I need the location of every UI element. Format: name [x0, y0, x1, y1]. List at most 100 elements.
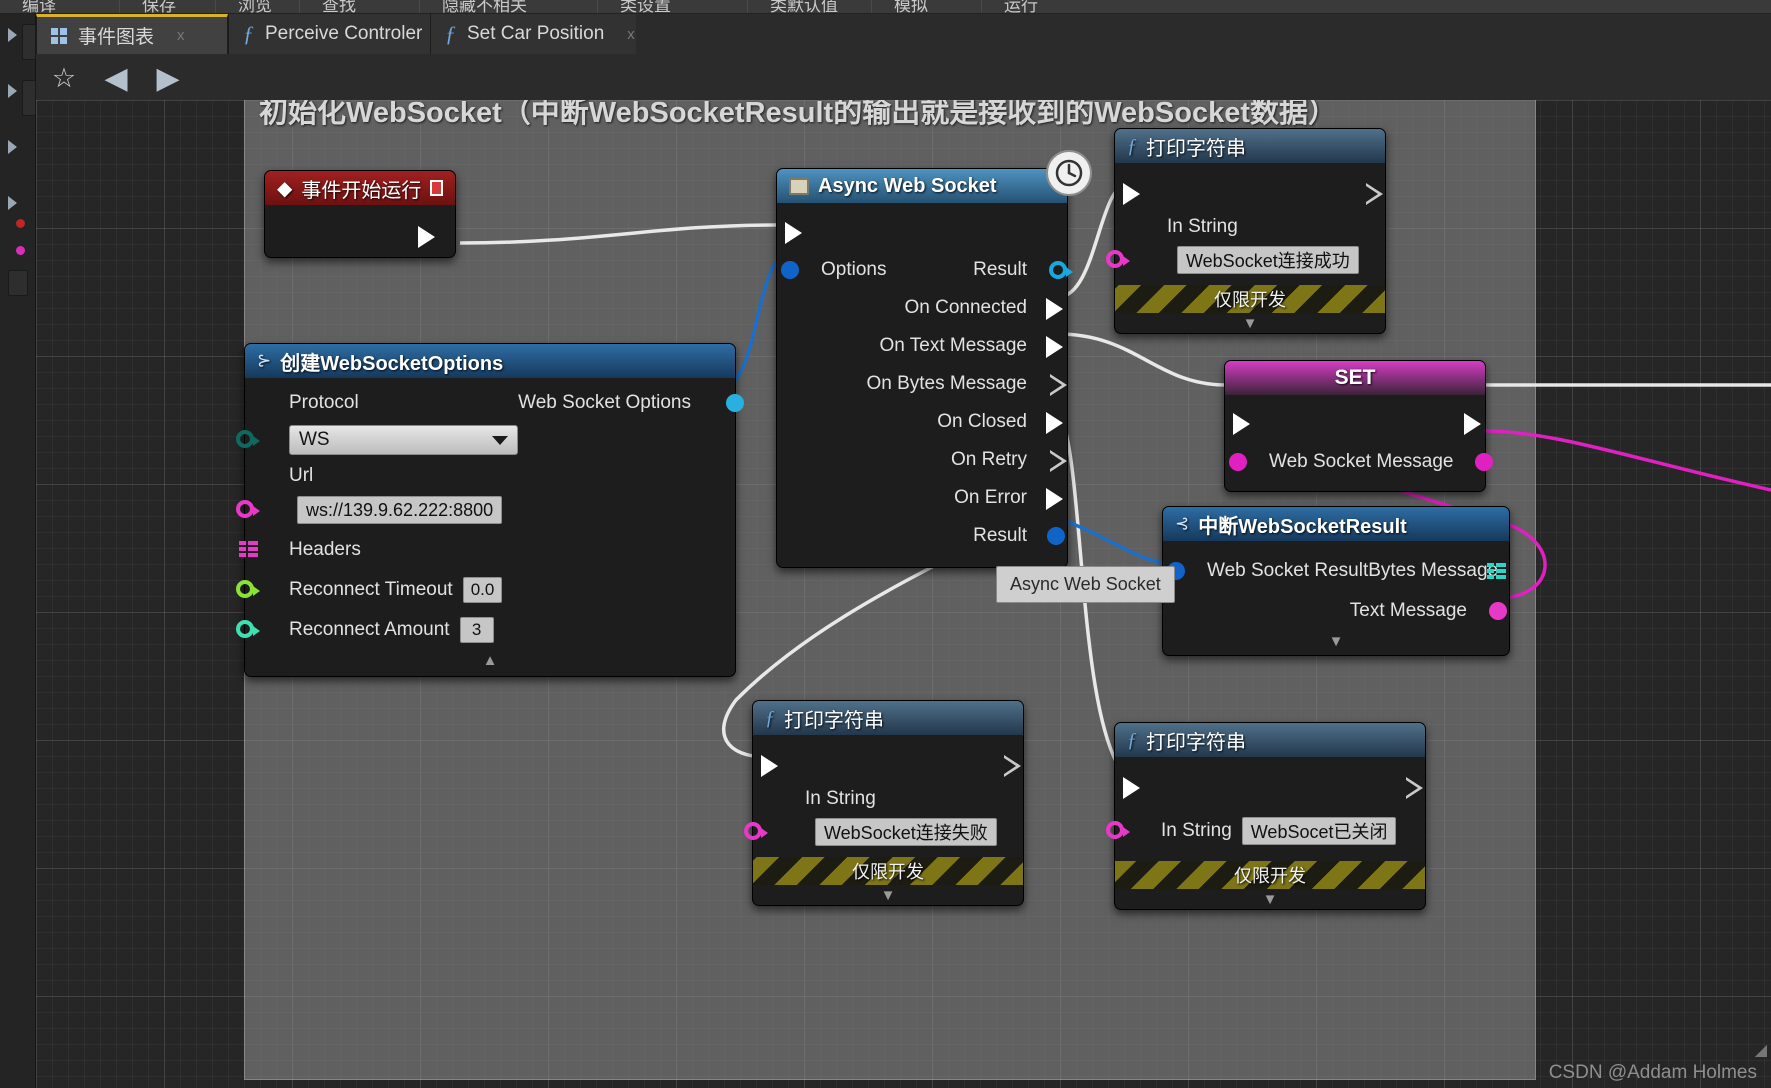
menu-item-3[interactable]: 查找 — [300, 0, 420, 13]
exec-out-pin-on-retry[interactable] — [1050, 450, 1067, 472]
node-print-string-closed[interactable]: ƒ 打印字符串 In String WebSocet已关闭 仅限开发 ▼ — [1106, 722, 1426, 910]
exec-out-pin-on-bytes-message[interactable] — [1050, 374, 1067, 396]
menu-item-2[interactable]: 浏览 — [216, 0, 300, 13]
output-pin-result-top[interactable] — [1049, 261, 1073, 279]
row-text-message: Text Message — [1163, 591, 1509, 631]
menu-item-6[interactable]: 类默认值 — [748, 0, 872, 13]
input-pin-headers[interactable] — [239, 541, 259, 558]
reconnect-amount-input[interactable]: 3 — [459, 617, 494, 643]
node-expand-toggle[interactable]: ▼ — [1115, 313, 1385, 333]
in-string-input[interactable]: WebSocket连接成功 — [1177, 246, 1359, 274]
node-expand-toggle[interactable]: ▼ — [753, 885, 1023, 905]
tab-event-graph[interactable]: 事件图表 x — [36, 14, 228, 54]
input-label: In String — [1167, 216, 1238, 237]
exec-out-pin-on-closed[interactable] — [1046, 412, 1063, 434]
node-create-websocket-options[interactable]: ⊱ 创建WebSocketOptions Protocol Web Socket… — [236, 343, 744, 677]
node-body: Options Result On Connected On Text Mess… — [777, 203, 1073, 567]
exec-out-pin[interactable] — [1366, 183, 1383, 205]
input-pin-protocol[interactable] — [236, 430, 260, 448]
menu-item-1[interactable]: 保存 — [120, 0, 216, 13]
input-pin-reconnect-timeout[interactable] — [236, 580, 260, 598]
node-body: Web Socket Result Bytes Message Text Mes… — [1163, 541, 1509, 655]
output-pin-text-message[interactable] — [1489, 602, 1507, 620]
input-pin-in-string[interactable] — [1106, 821, 1130, 839]
row-on-closed: On Closed — [777, 403, 1067, 441]
in-string-input[interactable]: WebSocet已关闭 — [1241, 817, 1397, 845]
node-expand-toggle[interactable]: ▲ — [245, 650, 735, 670]
rail-collapse-icon-1[interactable] — [8, 28, 17, 42]
tab-label: Perceive Controler — [265, 23, 423, 44]
node-expand-toggle[interactable]: ▼ — [1163, 631, 1509, 651]
main-menubar[interactable]: 编译 保存 浏览 查找 隐藏不相关 类设置 类默认值 模拟 运行 — [0, 0, 1771, 14]
exec-in-pin[interactable] — [1123, 183, 1140, 205]
exec-out-pin[interactable] — [1004, 755, 1021, 777]
back-button[interactable]: ◀ — [94, 58, 138, 98]
node-set-web-socket-message[interactable]: SET Web Socket Message — [1224, 360, 1493, 492]
node-expand-toggle[interactable]: ▼ — [1115, 889, 1425, 909]
exec-out-pin-on-text-message[interactable] — [1046, 336, 1063, 358]
menu-item-4[interactable]: 隐藏不相关 — [420, 0, 598, 13]
breadcrumb-current[interactable]: 事件图表 — [502, 100, 598, 102]
input-pin-web-socket-message[interactable] — [1229, 453, 1247, 471]
in-string-input[interactable]: WebSocket连接失败 — [815, 818, 997, 846]
exec-out-row[interactable] — [404, 218, 449, 255]
forward-button[interactable]: ▶ — [146, 58, 190, 98]
rail-tab-1[interactable] — [22, 24, 36, 60]
exec-in-pin[interactable] — [785, 222, 802, 244]
reconnect-amount-value: 3 — [471, 620, 482, 639]
reconnect-timeout-input[interactable]: 0.0 — [462, 577, 503, 603]
output-label: On Retry — [950, 449, 1027, 470]
output-label: On Error — [954, 487, 1027, 508]
break-struct-icon: ⊰ — [1175, 514, 1190, 533]
input-pin-options[interactable] — [781, 261, 799, 279]
exec-out-pin-on-connected[interactable] — [1046, 298, 1063, 320]
close-icon[interactable]: x — [177, 27, 185, 44]
output-pin-result[interactable] — [1047, 527, 1065, 545]
rail-collapse-icon-4[interactable] — [8, 196, 17, 210]
tab-set-car-position[interactable]: ƒ Set Car Position x — [430, 14, 636, 54]
menu-item-5[interactable]: 类设置 — [598, 0, 748, 13]
input-pin-reconnect-amount[interactable] — [236, 620, 260, 638]
exec-out-pin[interactable] — [1464, 413, 1481, 435]
exec-out-pin[interactable] — [1406, 777, 1423, 799]
rail-collapse-icon-2[interactable] — [8, 84, 17, 98]
node-event-begin-play[interactable]: ◆ 事件开始运行 — [264, 170, 456, 258]
rail-tab-2[interactable] — [22, 80, 36, 116]
input-pin-url[interactable] — [236, 500, 260, 518]
output-label: Result — [973, 525, 1027, 546]
menu-item-7[interactable]: 模拟 — [872, 0, 982, 13]
exec-out-pin[interactable] — [418, 225, 435, 248]
input-pin-in-string[interactable] — [1106, 250, 1130, 268]
exec-out-pin-on-error[interactable] — [1046, 488, 1063, 510]
output-label: On Text Message — [879, 335, 1027, 356]
blueprint-graph-canvas[interactable]: 初始化WebSocket（中断WebSocketResult的输出就是接收到的W… — [36, 100, 1771, 1088]
output-label: Text Message — [1349, 600, 1467, 621]
development-only-banner: 仅限开发 — [1115, 285, 1385, 313]
exec-in-pin[interactable] — [1233, 413, 1250, 435]
url-input[interactable]: ws://139.9.62.222:8800 — [297, 496, 503, 524]
rail-tab-3[interactable] — [8, 270, 28, 296]
tab-perceive-controler[interactable]: ƒ Perceive Controler x — [228, 14, 453, 54]
exec-in-pin[interactable] — [1123, 777, 1140, 799]
node-async-web-socket[interactable]: Async Web Socket Options Result On Conne… — [776, 168, 1073, 568]
protocol-dropdown[interactable]: WS — [289, 425, 518, 455]
url-value: ws://139.9.62.222:8800 — [306, 499, 494, 520]
node-print-string-failed[interactable]: ƒ 打印字符串 In String WebSocket连接失败 仅限开发 ▼ — [744, 700, 1024, 906]
variable-label: Web Socket Message — [1269, 451, 1454, 472]
output-pin-web-socket-message[interactable] — [1475, 453, 1493, 471]
node-header: ◆ 事件开始运行 — [265, 171, 455, 205]
node-body: In String WebSocket连接失败 仅限开发 ▼ — [744, 735, 1023, 905]
menu-item-0[interactable]: 编译 — [0, 0, 120, 13]
node-print-string-connected[interactable]: ƒ 打印字符串 In String WebSocket连接成功 仅限开发 ▼ — [1106, 128, 1386, 334]
rail-collapse-icon-3[interactable] — [8, 140, 17, 154]
exec-in-pin[interactable] — [761, 755, 778, 777]
menu-item-8[interactable]: 运行 — [982, 0, 1092, 13]
input-label: In String — [1161, 820, 1232, 841]
resize-grip-icon[interactable]: ◢ — [1755, 1040, 1767, 1060]
node-break-websocket-result[interactable]: ⊰ 中断WebSocketResult Web Socket Result By… — [1162, 506, 1510, 656]
close-icon[interactable]: x — [627, 26, 635, 43]
output-pin-bytes-message[interactable] — [1487, 563, 1507, 580]
input-pin-in-string[interactable] — [744, 822, 768, 840]
favorite-button[interactable]: ☆ — [42, 58, 86, 98]
output-pin-web-socket-options[interactable] — [726, 394, 744, 412]
